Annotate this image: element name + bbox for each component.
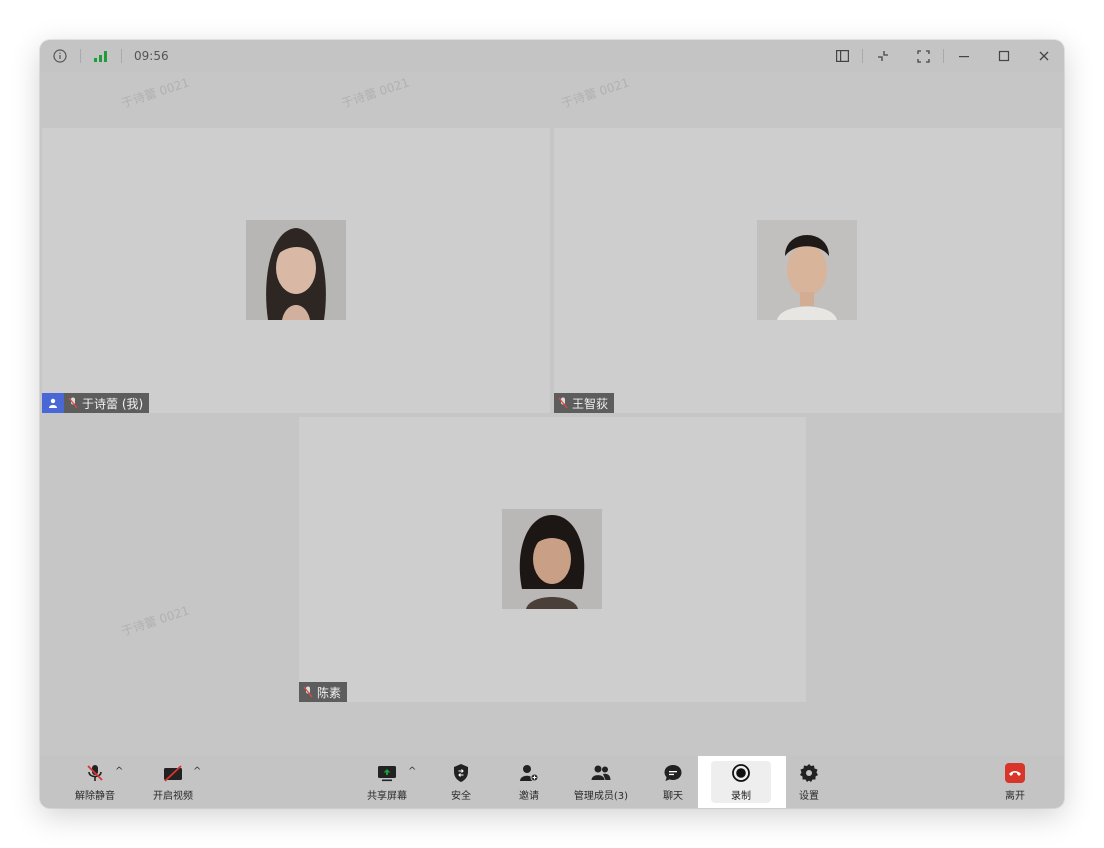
mic-muted-icon [299,682,317,702]
mic-muted-icon [554,393,572,413]
self-user-icon [42,393,64,413]
share-options-caret[interactable]: ^ [408,766,416,777]
participant-name: 陈素 [317,685,342,700]
gear-icon [800,763,818,782]
participant-photo [246,220,346,320]
video-tile-self[interactable]: 于诗蕾 (我) [42,128,550,413]
participant-name: 王智荻 [572,396,609,411]
minimize-icon[interactable] [944,40,984,72]
exit-fullscreen-icon[interactable] [863,40,903,72]
meeting-toolbar: 解除静音 ^ 开启视频 ^ 共享屏幕 ^ 安全 邀请 管理成员(3) 聊天 录制… [40,756,1064,808]
settings-label: 设置 [799,790,819,802]
chat-icon [664,764,682,781]
unmute-label: 解除静音 [75,790,115,802]
participant-name-badge: 于诗蕾 (我) [42,393,150,413]
add-user-icon [520,764,539,781]
record-icon [732,763,750,782]
video-off-icon [164,764,182,782]
title-bar: 09:56 [40,40,1064,72]
signal-icon[interactable] [81,40,121,72]
hang-up-icon [1005,762,1025,783]
sidebar-layout-icon[interactable] [822,40,862,72]
watermark: 于诗蕾 0021 [339,75,411,111]
video-options-caret[interactable]: ^ [193,766,201,777]
share-screen-button[interactable]: 共享屏幕 [366,756,408,808]
video-tile-participant[interactable]: 陈素 [299,417,806,702]
participant-name-badge: 王智荻 [554,393,615,413]
video-stage: 于诗蕾 0021 于诗蕾 0021 于诗蕾 0021 于诗蕾 0021 于诗蕾 … [40,72,1064,756]
security-label: 安全 [451,790,471,802]
meeting-timer: 09:56 [134,49,169,63]
close-icon[interactable] [1024,40,1064,72]
start-video-button[interactable]: 开启视频 [152,756,194,808]
chat-button[interactable]: 聊天 [652,756,694,808]
mic-muted-icon [64,393,82,413]
fullscreen-icon[interactable] [903,40,943,72]
info-icon[interactable] [40,40,80,72]
share-screen-icon [378,765,396,781]
record-label: 录制 [731,790,751,802]
video-tile-participant[interactable]: 王智荻 [554,128,1062,413]
audio-options-caret[interactable]: ^ [115,766,123,777]
chat-label: 聊天 [663,790,683,802]
record-highlight: 录制 [698,756,786,808]
share-screen-label: 共享屏幕 [367,790,407,802]
record-button[interactable]: 录制 [711,761,771,803]
maximize-icon[interactable] [984,40,1024,72]
watermark: 于诗蕾 0021 [119,603,191,639]
watermark: 于诗蕾 0021 [559,75,631,111]
watermark: 于诗蕾 0021 [119,75,191,111]
unmute-button[interactable]: 解除静音 [74,756,116,808]
meeting-window: 09:56 于诗蕾 0021 于诗蕾 0021 于诗蕾 0021 于诗蕾 002… [40,40,1064,808]
shield-icon [454,763,468,782]
participant-photo [502,509,602,609]
start-video-label: 开启视频 [153,790,193,802]
invite-label: 邀请 [519,790,539,802]
mic-muted-icon [87,764,103,781]
manage-members-label: 管理成员(3) [573,790,629,802]
invite-button[interactable]: 邀请 [508,756,550,808]
participant-photo [757,220,857,320]
settings-button[interactable]: 设置 [788,756,830,808]
leave-label: 离开 [1005,790,1025,802]
participant-name-badge: 陈素 [299,682,348,702]
participant-name: 于诗蕾 (我) [82,396,144,411]
members-icon [591,765,611,780]
security-button[interactable]: 安全 [440,756,482,808]
leave-button[interactable]: 离开 [994,756,1036,808]
manage-members-button[interactable]: 管理成员(3) [570,756,632,808]
